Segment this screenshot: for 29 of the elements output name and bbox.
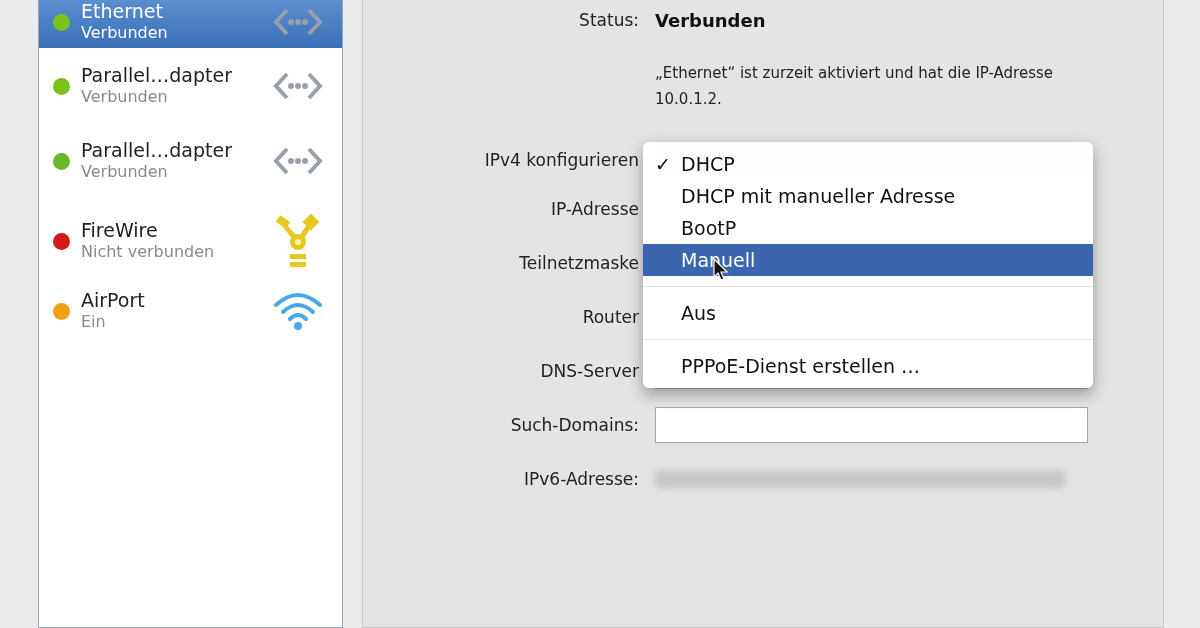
field-label: IPv6-Adresse: (523, 469, 639, 489)
service-name: Ethernet (81, 0, 164, 22)
menu-item[interactable]: Aus (643, 297, 1093, 329)
field-label: Such-Domains: (509, 415, 639, 435)
service-status: Verbunden (81, 161, 169, 183)
menu-item[interactable]: PPPoE-Dienst erstellen … (643, 350, 1093, 382)
service-item[interactable]: Ethernet Verbunden (39, 0, 342, 48)
menu-item[interactable]: DHCP mit manueller Adresse (643, 180, 1093, 212)
checkmark-icon: ✓ (655, 153, 671, 175)
field-label: Router (581, 307, 639, 327)
service-name: Parallel…dapter (81, 139, 233, 161)
menu-item[interactable]: ✓ DHCP (643, 148, 1093, 180)
service-name: AirPort (81, 289, 146, 311)
field-label: IP-Adresse (549, 199, 639, 219)
status-value: Verbunden (655, 9, 767, 31)
service-name: Parallel…dapter (81, 64, 233, 86)
status-description: „Ethernet“ ist zurzeit aktiviert und hat die IP-Adresse 10.0.1.2. (655, 63, 1055, 110)
field-label: Teilnetzmaske (518, 253, 639, 273)
field-label: IPv4 konfigurieren (483, 150, 639, 170)
service-status: Nicht verbunden (81, 241, 216, 263)
service-status: Verbunden (81, 22, 169, 44)
firewire-icon (275, 214, 321, 268)
input-field[interactable] (655, 407, 1088, 443)
service-status: Verbunden (81, 86, 169, 108)
field-label: DNS-Server (539, 361, 639, 381)
menu-item[interactable]: BootP (643, 212, 1093, 244)
field-label: Status: (578, 10, 639, 30)
service-name: FireWire (81, 219, 159, 241)
service-status: Ein (81, 311, 107, 333)
